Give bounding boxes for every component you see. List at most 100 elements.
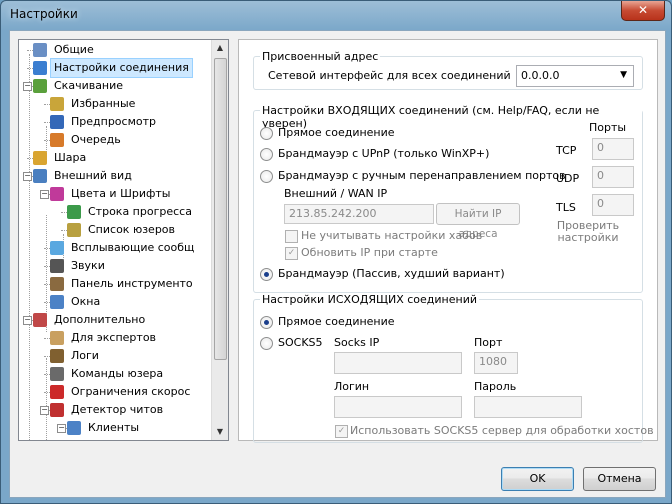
incoming-manual-radio[interactable] (260, 170, 273, 183)
incoming-passive-radio[interactable] (260, 268, 273, 281)
commands-icon (50, 367, 64, 381)
dialog-client: Общие Настройки соединения Скачивание − Избр… (9, 30, 666, 498)
tree-item-label: Клиенты (88, 421, 140, 434)
monitor-icon (33, 169, 47, 183)
incoming-group: Настройки ВХОДЯЩИХ соединений (см. Help/… (253, 104, 643, 293)
tree-item-label: Дополнительно (54, 313, 146, 326)
tree-item-label: Ограничения скорос (71, 385, 191, 398)
incoming-direct-radio[interactable] (260, 127, 273, 140)
tree-item-label: Внешний вид (54, 169, 132, 182)
connection-settings-panel: Присвоенный адрес Сетевой интерфейс для … (238, 39, 658, 443)
tree-expander-icon[interactable]: − (23, 82, 32, 91)
title-bar[interactable]: Настройки ✕ (1, 1, 671, 31)
socks-ip-label: Socks IP (334, 336, 380, 349)
toolbar-icon (50, 277, 64, 291)
tree-item-label: Панель инструменто (71, 277, 193, 290)
window-title: Настройки (10, 7, 78, 21)
tree-item-label: Шара (54, 151, 87, 164)
tree-expander-icon[interactable]: − (23, 172, 32, 181)
ports-title: Порты (589, 121, 627, 134)
socks-ip-input[interactable] (334, 352, 462, 374)
use-socks-label[interactable]: Использовать SOCKS5 сервер для обработки… (350, 424, 654, 437)
queue-icon (50, 133, 64, 147)
outgoing-socks-label[interactable]: SOCKS5 (278, 336, 323, 349)
preview-icon (50, 115, 64, 129)
settings-tree: Общие Настройки соединения Скачивание − Избр… (18, 39, 229, 441)
incoming-passive-label[interactable]: Брандмауэр (Пассив, худший вариант) (278, 267, 505, 280)
tools-icon (33, 313, 47, 327)
incoming-direct-label[interactable]: Прямое соединение (278, 126, 395, 139)
login-input[interactable] (334, 396, 462, 418)
tree-item-label: Логи (71, 349, 99, 362)
tree-scrollbar[interactable]: ▲ ▼ (211, 40, 228, 440)
wan-ip-input[interactable]: 213.85.242.200 (284, 204, 434, 224)
outgoing-group: Настройки ИСХОДЯЩИХ соединений Прямое со… (253, 293, 654, 443)
tree-guide-line (46, 358, 47, 440)
ignore-hubs-checkbox[interactable] (285, 230, 298, 243)
login-label: Логин (334, 380, 370, 393)
udp-port-input[interactable]: 0 (592, 166, 634, 188)
tree-item-label: Звуки (71, 259, 105, 272)
tree-item-label: Цвета и Шрифты (71, 187, 171, 200)
sound-icon (50, 259, 64, 273)
clients-icon (67, 421, 81, 435)
tree-item-label: Всплывающие сообщ (71, 241, 195, 254)
favorites-icon (50, 97, 64, 111)
outgoing-socks-radio[interactable] (260, 337, 273, 350)
tree-item-label: Детектор читов (71, 403, 164, 416)
tree-item-label: Строка прогресса (88, 205, 192, 218)
download-icon (33, 79, 47, 93)
network-interface-value: 0.0.0.0 (521, 69, 560, 82)
palette-icon (50, 187, 64, 201)
incoming-upnp-radio[interactable] (260, 148, 273, 161)
user-icon (33, 43, 47, 57)
ignore-hubs-label[interactable]: Не учитывать настройки хабов (301, 229, 482, 242)
find-ip-button[interactable]: Найти IP адреса (436, 203, 520, 240)
update-ip-label[interactable]: Обновить IP при старте (301, 246, 438, 259)
ok-button[interactable]: OK (501, 467, 574, 491)
tls-port-input[interactable]: 0 (592, 194, 634, 216)
use-socks-checkbox[interactable]: ✓ (335, 425, 348, 438)
detector-icon (50, 403, 64, 417)
socks-port-input[interactable]: 1080 (474, 352, 518, 374)
incoming-manual-label[interactable]: Брандмауэр с ручным перенаправлением пор… (278, 169, 566, 182)
tree-item-label: Для экспертов (71, 331, 157, 344)
progress-icon (67, 205, 81, 219)
check-settings-link[interactable]: Проверить настройки (554, 220, 622, 244)
expert-icon (50, 331, 64, 345)
incoming-upnp-label[interactable]: Брандмауэр с UPnP (только WinXP+) (278, 147, 489, 160)
socks-port-label: Порт (474, 336, 503, 349)
tree-item-label: Общие (54, 43, 94, 56)
outgoing-direct-label[interactable]: Прямое соединение (278, 315, 395, 328)
speed-limit-icon (50, 385, 64, 399)
network-interface-select[interactable]: 0.0.0.0 ▼ (516, 65, 634, 87)
tree-item-label: Скачивание (54, 79, 124, 92)
tree-item-label: Окна (71, 295, 101, 308)
wan-ip-label: Внешний / WAN IP (284, 187, 388, 200)
scroll-up-icon[interactable]: ▲ (212, 40, 228, 56)
tree-expander-icon[interactable]: − (23, 316, 32, 325)
tree-item-label: Список юзеров (88, 223, 176, 236)
tree-expander-icon[interactable]: − (40, 406, 49, 415)
globe-icon (33, 61, 47, 75)
tree-expander-icon[interactable]: − (57, 424, 66, 433)
scroll-thumb[interactable] (214, 58, 227, 360)
tcp-port-input[interactable]: 0 (592, 138, 634, 160)
tree-expander-icon[interactable]: − (40, 190, 49, 199)
password-input[interactable] (474, 396, 582, 418)
udp-label: UDP (556, 172, 580, 185)
cancel-button[interactable]: Отмена (583, 467, 656, 491)
scroll-down-icon[interactable]: ▼ (212, 424, 228, 440)
tree-item-label: Очередь (71, 133, 121, 146)
assigned-address-group: Присвоенный адрес Сетевой интерфейс для … (253, 50, 643, 90)
settings-window: Настройки ✕ Общие Настройки соединения Ска… (0, 0, 672, 504)
assigned-address-legend: Присвоенный адрес (260, 50, 381, 63)
tree-item-label: Предпросмотр (71, 115, 156, 128)
outgoing-direct-radio[interactable] (260, 316, 273, 329)
update-ip-checkbox[interactable]: ✓ (285, 247, 298, 260)
share-icon (33, 151, 47, 165)
popup-icon (50, 241, 64, 255)
close-button[interactable]: ✕ (621, 1, 665, 21)
tree-item-label: Избранные (71, 97, 136, 110)
tree-guide-line (29, 54, 30, 440)
